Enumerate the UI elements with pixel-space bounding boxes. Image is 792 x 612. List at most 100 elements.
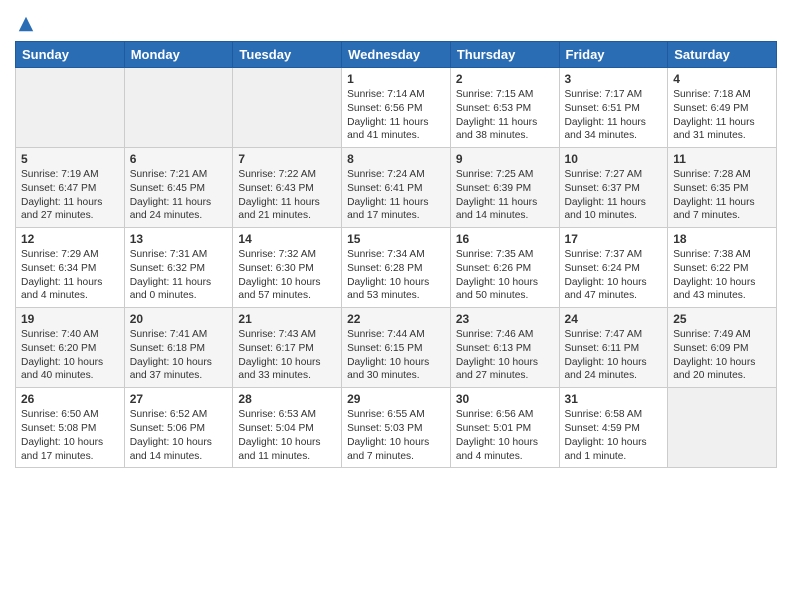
day-info: Sunrise: 7:40 AM [21,328,119,342]
day-info: Daylight: 10 hours and 24 minutes. [565,356,663,384]
day-cell-1: 1Sunrise: 7:14 AMSunset: 6:56 PMDaylight… [342,68,451,148]
day-info: Sunset: 6:17 PM [238,342,336,356]
day-info: Sunrise: 7:31 AM [130,248,228,262]
weekday-header-wednesday: Wednesday [342,42,451,68]
week-row-4: 19Sunrise: 7:40 AMSunset: 6:20 PMDayligh… [16,308,777,388]
day-info: Sunset: 5:03 PM [347,422,445,436]
day-info: Sunrise: 7:17 AM [565,88,663,102]
day-cell-5: 5Sunrise: 7:19 AMSunset: 6:47 PMDaylight… [16,148,125,228]
logo-icon [17,15,35,33]
day-number: 13 [130,232,228,246]
day-info: Daylight: 11 hours and 24 minutes. [130,196,228,224]
day-number: 18 [673,232,771,246]
day-info: Daylight: 11 hours and 27 minutes. [21,196,119,224]
day-info: Sunset: 6:13 PM [456,342,554,356]
day-cell-10: 10Sunrise: 7:27 AMSunset: 6:37 PMDayligh… [559,148,668,228]
calendar-table: SundayMondayTuesdayWednesdayThursdayFrid… [15,41,777,468]
empty-cell [668,388,777,468]
day-number: 1 [347,72,445,86]
day-info: Sunset: 6:09 PM [673,342,771,356]
day-cell-27: 27Sunrise: 6:52 AMSunset: 5:06 PMDayligh… [124,388,233,468]
day-number: 16 [456,232,554,246]
day-info: Daylight: 10 hours and 53 minutes. [347,276,445,304]
day-info: Daylight: 10 hours and 4 minutes. [456,436,554,464]
weekday-header-sunday: Sunday [16,42,125,68]
day-info: Sunset: 6:11 PM [565,342,663,356]
day-info: Sunset: 5:04 PM [238,422,336,436]
page-container: SundayMondayTuesdayWednesdayThursdayFrid… [0,0,792,478]
day-info: Sunrise: 6:50 AM [21,408,119,422]
day-info: Sunset: 5:06 PM [130,422,228,436]
day-info: Sunrise: 7:32 AM [238,248,336,262]
day-cell-16: 16Sunrise: 7:35 AMSunset: 6:26 PMDayligh… [450,228,559,308]
day-info: Daylight: 11 hours and 38 minutes. [456,116,554,144]
day-number: 21 [238,312,336,326]
day-cell-8: 8Sunrise: 7:24 AMSunset: 6:41 PMDaylight… [342,148,451,228]
day-info: Sunrise: 7:28 AM [673,168,771,182]
day-info: Daylight: 11 hours and 34 minutes. [565,116,663,144]
day-info: Daylight: 10 hours and 40 minutes. [21,356,119,384]
day-cell-9: 9Sunrise: 7:25 AMSunset: 6:39 PMDaylight… [450,148,559,228]
day-info: Sunrise: 7:37 AM [565,248,663,262]
week-row-2: 5Sunrise: 7:19 AMSunset: 6:47 PMDaylight… [16,148,777,228]
day-info: Sunset: 6:26 PM [456,262,554,276]
day-info: Sunset: 6:30 PM [238,262,336,276]
day-info: Sunrise: 6:53 AM [238,408,336,422]
day-info: Sunset: 6:24 PM [565,262,663,276]
day-info: Daylight: 10 hours and 11 minutes. [238,436,336,464]
day-number: 6 [130,152,228,166]
weekday-header-row: SundayMondayTuesdayWednesdayThursdayFrid… [16,42,777,68]
day-cell-15: 15Sunrise: 7:34 AMSunset: 6:28 PMDayligh… [342,228,451,308]
day-cell-14: 14 Sunrise: 7:32 AMSunset: 6:30 PMDayligh… [233,228,342,308]
day-info: Daylight: 10 hours and 20 minutes. [673,356,771,384]
day-number: 10 [565,152,663,166]
day-number: 9 [456,152,554,166]
day-cell-4: 4Sunrise: 7:18 AMSunset: 6:49 PMDaylight… [668,68,777,148]
day-number: 28 [238,392,336,406]
day-cell-17: 17Sunrise: 7:37 AMSunset: 6:24 PMDayligh… [559,228,668,308]
day-info: Daylight: 10 hours and 7 minutes. [347,436,445,464]
weekday-header-tuesday: Tuesday [233,42,342,68]
day-info: Sunset: 6:35 PM [673,182,771,196]
day-info: Sunrise: 7:41 AM [130,328,228,342]
day-number: 3 [565,72,663,86]
day-info: Sunrise: 7:29 AM [21,248,119,262]
day-info: Sunrise: 7:22 AM [238,168,336,182]
day-info: Sunset: 6:28 PM [347,262,445,276]
day-number: 20 [130,312,228,326]
day-info: Daylight: 10 hours and 1 minute. [565,436,663,464]
day-cell-11: 11Sunrise: 7:28 AMSunset: 6:35 PMDayligh… [668,148,777,228]
day-info: Sunrise: 7:19 AM [21,168,119,182]
day-cell-13: 13Sunrise: 7:31 AMSunset: 6:32 PMDayligh… [124,228,233,308]
day-info: Daylight: 10 hours and 47 minutes. [565,276,663,304]
day-info: Sunrise: 7:47 AM [565,328,663,342]
day-info: Sunset: 6:32 PM [130,262,228,276]
day-info: Daylight: 11 hours and 7 minutes. [673,196,771,224]
day-info: Daylight: 10 hours and 57 minutes. [238,276,336,304]
day-info: Sunset: 6:22 PM [673,262,771,276]
day-info: Sunset: 4:59 PM [565,422,663,436]
day-info: Sunset: 6:56 PM [347,102,445,116]
weekday-header-thursday: Thursday [450,42,559,68]
day-info: Sunset: 6:43 PM [238,182,336,196]
day-cell-3: 3Sunrise: 7:17 AMSunset: 6:51 PMDaylight… [559,68,668,148]
day-number: 8 [347,152,445,166]
day-number: 5 [21,152,119,166]
day-cell-31: 31Sunrise: 6:58 AMSunset: 4:59 PMDayligh… [559,388,668,468]
day-number: 22 [347,312,445,326]
day-info: Sunset: 6:45 PM [130,182,228,196]
day-info: Daylight: 10 hours and 43 minutes. [673,276,771,304]
day-cell-24: 24Sunrise: 7:47 AMSunset: 6:11 PMDayligh… [559,308,668,388]
day-info: Daylight: 11 hours and 31 minutes. [673,116,771,144]
day-number: 26 [21,392,119,406]
day-info: Daylight: 11 hours and 4 minutes. [21,276,119,304]
day-info: Sunset: 6:20 PM [21,342,119,356]
day-info: Daylight: 11 hours and 17 minutes. [347,196,445,224]
day-number: 15 [347,232,445,246]
day-number: 14 [238,232,336,246]
weekday-header-monday: Monday [124,42,233,68]
day-cell-21: 21Sunrise: 7:43 AMSunset: 6:17 PMDayligh… [233,308,342,388]
day-info: Daylight: 11 hours and 10 minutes. [565,196,663,224]
day-cell-18: 18Sunrise: 7:38 AMSunset: 6:22 PMDayligh… [668,228,777,308]
day-info: Daylight: 10 hours and 33 minutes. [238,356,336,384]
